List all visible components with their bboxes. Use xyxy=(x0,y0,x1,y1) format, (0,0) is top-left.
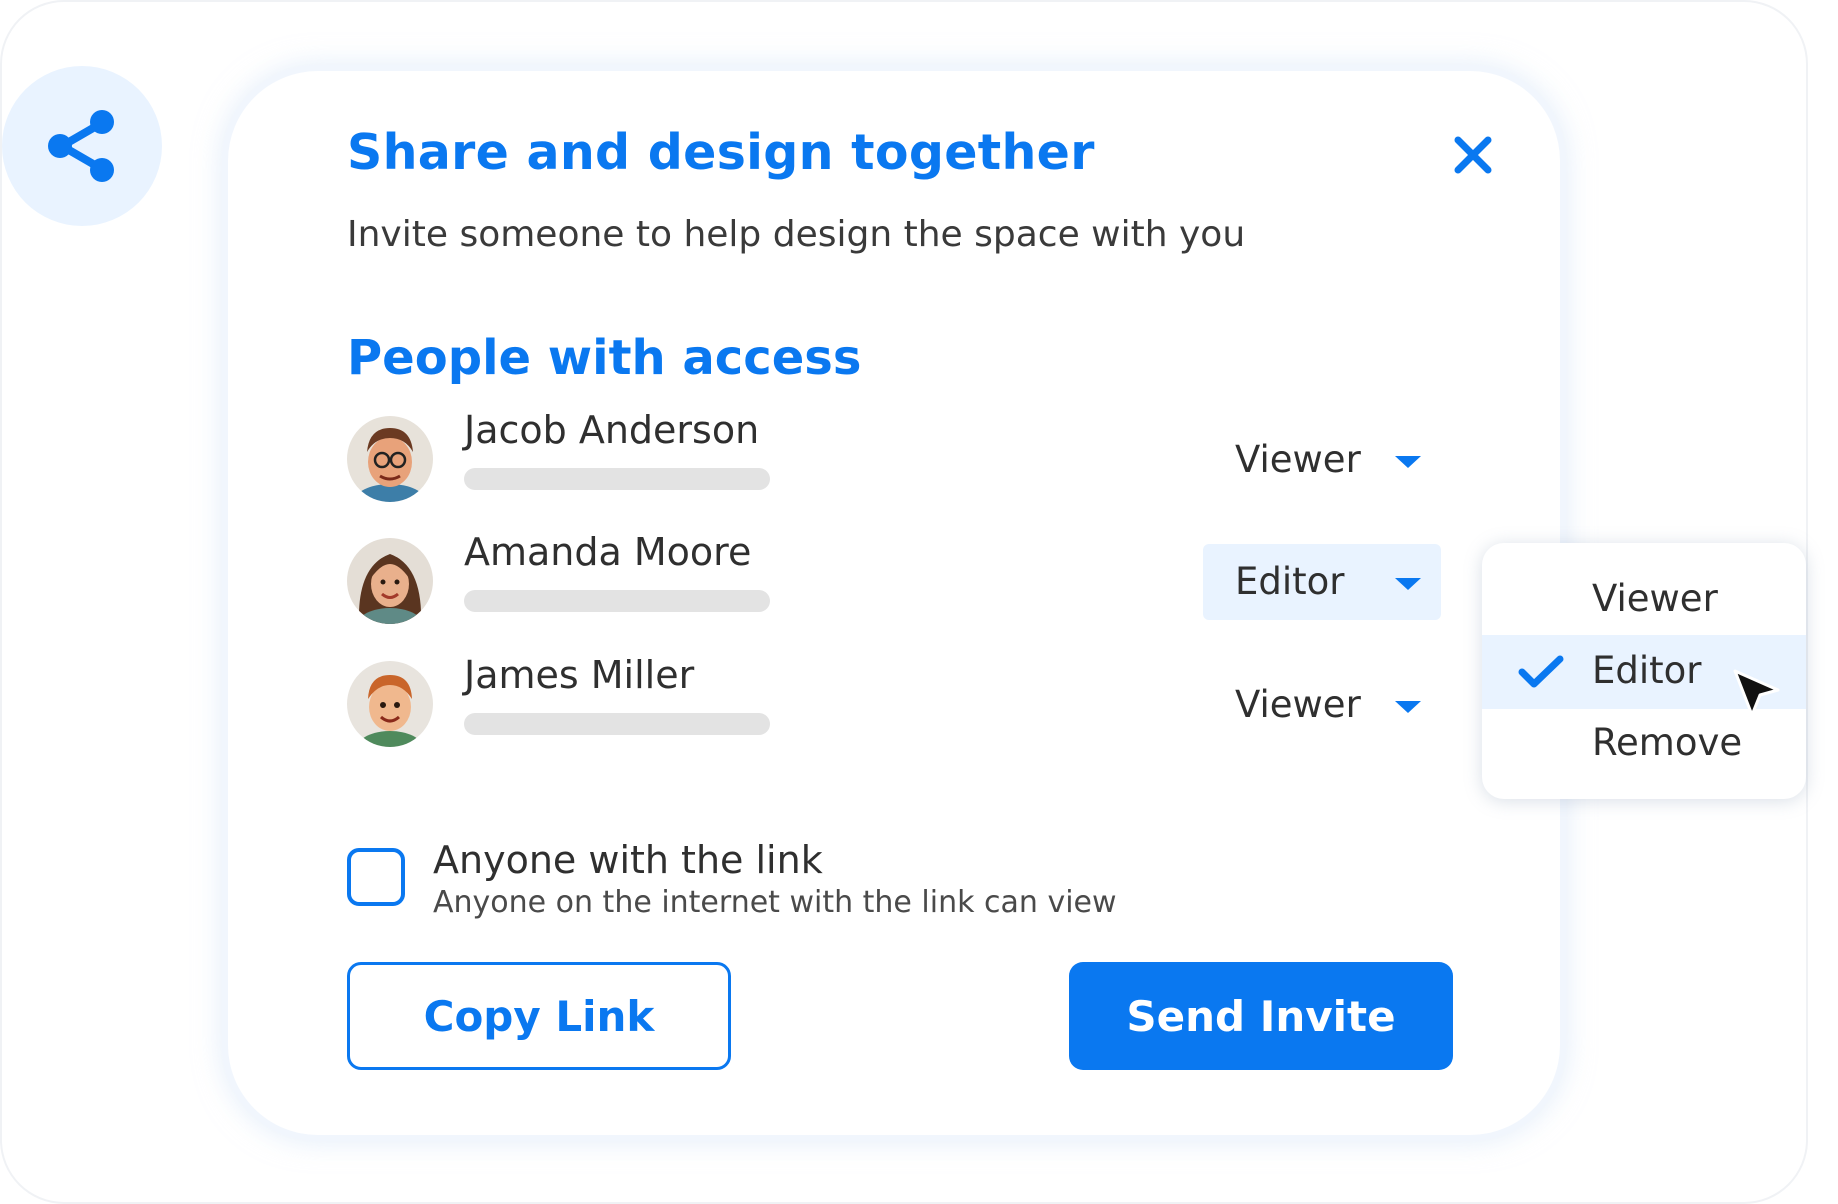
copy-link-button[interactable]: Copy Link xyxy=(347,962,731,1070)
page: Share and design together Invite someone… xyxy=(0,0,1838,1204)
person-name: Jacob Anderson xyxy=(464,408,760,452)
avatar xyxy=(347,661,433,747)
avatar xyxy=(347,416,433,502)
link-sharing-title: Anyone with the link xyxy=(433,838,823,882)
caret-down-icon xyxy=(1395,578,1421,590)
menu-item-label: Viewer xyxy=(1592,577,1718,620)
copy-link-label: Copy Link xyxy=(423,991,655,1041)
send-invite-label: Send Invite xyxy=(1126,991,1396,1041)
share-icon xyxy=(48,110,114,182)
person-name: Amanda Moore xyxy=(464,530,752,574)
caret-down-icon xyxy=(1395,456,1421,468)
close-icon xyxy=(1454,136,1492,174)
anyone-with-link-checkbox[interactable] xyxy=(347,848,405,906)
person-row: James Miller Viewer xyxy=(347,653,1447,751)
person-row: Amanda Moore Editor xyxy=(347,530,1447,628)
send-invite-button[interactable]: Send Invite xyxy=(1069,962,1453,1070)
menu-item-label: Editor xyxy=(1592,649,1702,692)
role-label: Editor xyxy=(1235,560,1345,603)
mouse-cursor-icon xyxy=(1733,669,1780,717)
role-label: Viewer xyxy=(1235,438,1361,481)
email-placeholder xyxy=(464,468,770,490)
email-placeholder xyxy=(464,590,770,612)
close-button[interactable] xyxy=(1448,130,1498,180)
dialog-subtitle: Invite someone to help design the space … xyxy=(347,214,1246,255)
avatar xyxy=(347,538,433,624)
share-badge[interactable] xyxy=(2,66,162,226)
dialog-title: Share and design together xyxy=(347,124,1095,181)
email-placeholder xyxy=(464,713,770,735)
role-select[interactable]: Editor xyxy=(1203,544,1441,620)
check-icon xyxy=(1518,655,1564,688)
person-name: James Miller xyxy=(464,653,695,697)
role-label: Viewer xyxy=(1235,683,1361,726)
people-section-title: People with access xyxy=(347,330,862,386)
menu-item-label: Remove xyxy=(1592,721,1743,764)
role-select[interactable]: Viewer xyxy=(1203,422,1441,498)
link-sharing-description: Anyone on the internet with the link can… xyxy=(433,885,1117,920)
role-select[interactable]: Viewer xyxy=(1203,667,1441,743)
person-row: Jacob Anderson Viewer xyxy=(347,408,1447,506)
menu-item-viewer[interactable]: Viewer xyxy=(1482,563,1806,637)
caret-down-icon xyxy=(1395,701,1421,713)
